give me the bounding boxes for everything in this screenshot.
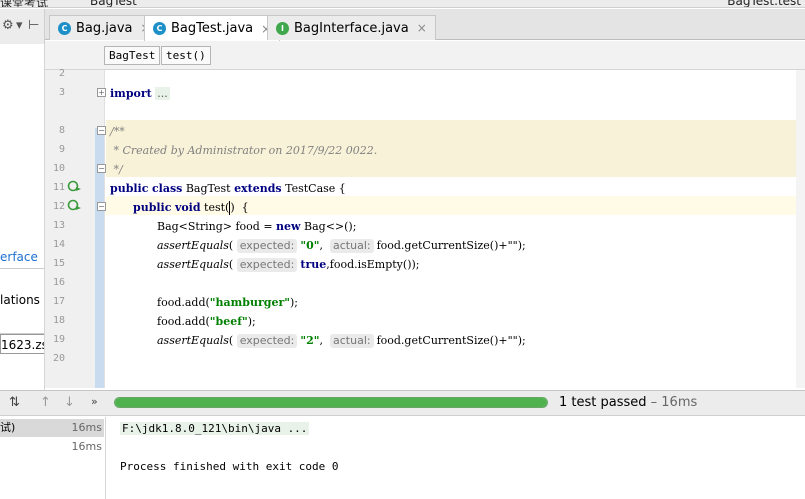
folded-imports[interactable]: ... <box>155 87 170 100</box>
breadcrumb-bar: 课堂考试 BagTest BagTest.test <box>0 0 805 8</box>
nav-class[interactable]: BagTest <box>104 46 161 65</box>
code-line-8: /** <box>110 125 125 138</box>
code-line-10: */ <box>110 163 123 176</box>
line-number: 15 <box>52 258 65 269</box>
param-hint-expected: expected: <box>236 258 298 272</box>
crumb-file[interactable]: BagTest <box>90 0 137 7</box>
tab-label: BagInterface.java <box>294 20 409 36</box>
test-status: 1 test passed – 16ms <box>559 395 698 410</box>
tab-bagtest-java[interactable]: C BagTest.java × <box>144 15 281 41</box>
crumb-project[interactable]: 课堂考试 <box>0 0 48 7</box>
test-tree: 试) 16ms 16ms <box>0 417 106 499</box>
line-number: 17 <box>52 296 65 307</box>
code-line-18: food.add("beef"); <box>157 315 256 328</box>
arrow-down-icon[interactable]: ↓ <box>64 395 75 410</box>
code-line-15: assertEquals( expected: true,food.isEmpty… <box>157 258 420 272</box>
more-icon[interactable]: » <box>91 395 98 408</box>
test-tree-row[interactable]: 16ms <box>0 438 104 456</box>
code-line-11: public class BagTest extends TestCase { <box>110 182 346 195</box>
crumb-run-config[interactable]: BagTest.test <box>727 0 801 7</box>
param-hint-expected: expected: <box>236 239 298 253</box>
tab-label: Bag.java <box>76 20 133 36</box>
line-number: 3 <box>58 87 65 98</box>
class-icon: C <box>153 22 166 35</box>
code-line-19: assertEquals( expected: "2", actual: food.… <box>157 334 526 348</box>
param-hint-expected: expected: <box>236 334 298 348</box>
console-exit-line: Process finished with exit code 0 <box>120 460 339 473</box>
arrow-up-icon[interactable]: ↑ <box>40 395 51 410</box>
code-line-12: public void test() { <box>133 201 249 215</box>
test-progress-bar <box>114 397 548 408</box>
param-hint-actual: actual: <box>330 334 374 348</box>
progress-fill <box>115 398 547 407</box>
project-item[interactable]: lations <box>0 268 44 334</box>
code-line-14: assertEquals( expected: "0", actual: food.… <box>157 239 526 253</box>
nav-method[interactable]: test() <box>161 46 211 65</box>
line-number: 13 <box>52 220 65 231</box>
tooltip: 1623.zsy2301 <box>0 334 44 354</box>
line-number: 10 <box>52 163 65 174</box>
interface-icon: I <box>276 21 289 35</box>
fold-collapse-icon[interactable]: − <box>97 126 106 135</box>
console-output[interactable]: F:\jdk1.8.0_121\bin\java ... Process fin… <box>106 417 805 499</box>
gear-icon[interactable]: ⚙ <box>2 18 14 33</box>
test-tree-row[interactable]: 试) 16ms <box>0 419 104 437</box>
doc-comment-band <box>106 158 805 177</box>
project-item[interactable]: erface <box>0 250 44 264</box>
line-number: 20 <box>52 353 65 364</box>
fold-collapse-icon[interactable]: − <box>97 164 106 173</box>
line-number: 9 <box>58 144 65 155</box>
fold-collapse-icon[interactable]: − <box>97 202 106 211</box>
hide-panel-icon[interactable]: ⊢ <box>28 18 39 33</box>
param-hint-actual: actual: <box>330 239 374 253</box>
chevron-down-icon[interactable]: ▾ <box>16 18 23 33</box>
class-icon: C <box>58 21 71 35</box>
code-line-17: food.add("hamburger"); <box>157 296 298 309</box>
run-test-icon[interactable] <box>67 199 81 211</box>
tab-label: BagTest.java <box>171 21 254 36</box>
editor-scrollbar[interactable] <box>796 70 805 388</box>
line-number: 2 <box>58 68 65 79</box>
line-number: 11 <box>52 182 65 193</box>
line-number: 16 <box>52 277 65 288</box>
tab-baginterface-java[interactable]: I BagInterface.java × <box>267 15 436 40</box>
line-number: 12 <box>52 201 65 212</box>
console-command[interactable]: F:\jdk1.8.0_121\bin\java ... <box>120 422 310 435</box>
code-line-13: Bag<String> food = new Bag<>(); <box>157 220 357 233</box>
line-number: 18 <box>52 315 65 326</box>
code-line-3: import ... <box>110 87 170 100</box>
project-item-label: lations <box>0 293 40 307</box>
line-number: 14 <box>52 239 65 250</box>
project-panel: erface lations 1623.zsy2301 <box>0 44 45 390</box>
project-toolbar: ⚙ ▾ ⊢ <box>0 9 45 44</box>
line-number: 19 <box>52 334 65 345</box>
tab-bag-java[interactable]: C Bag.java × <box>49 15 160 40</box>
code-line-9: * Created by Administrator on 2017/9/22 … <box>110 144 378 157</box>
editor-tabs: C Bag.java × C BagTest.java × I BagInter… <box>45 9 805 41</box>
sort-icon[interactable]: ⇅ <box>9 395 20 410</box>
code-editor[interactable]: import ... /** * Created by Administrato… <box>106 70 805 388</box>
fold-expand-icon[interactable]: + <box>97 88 106 97</box>
close-icon[interactable]: × <box>417 21 427 35</box>
line-number: 8 <box>58 125 65 136</box>
run-test-icon[interactable] <box>67 180 81 192</box>
structure-nav-bar: BagTest test() <box>45 41 805 70</box>
